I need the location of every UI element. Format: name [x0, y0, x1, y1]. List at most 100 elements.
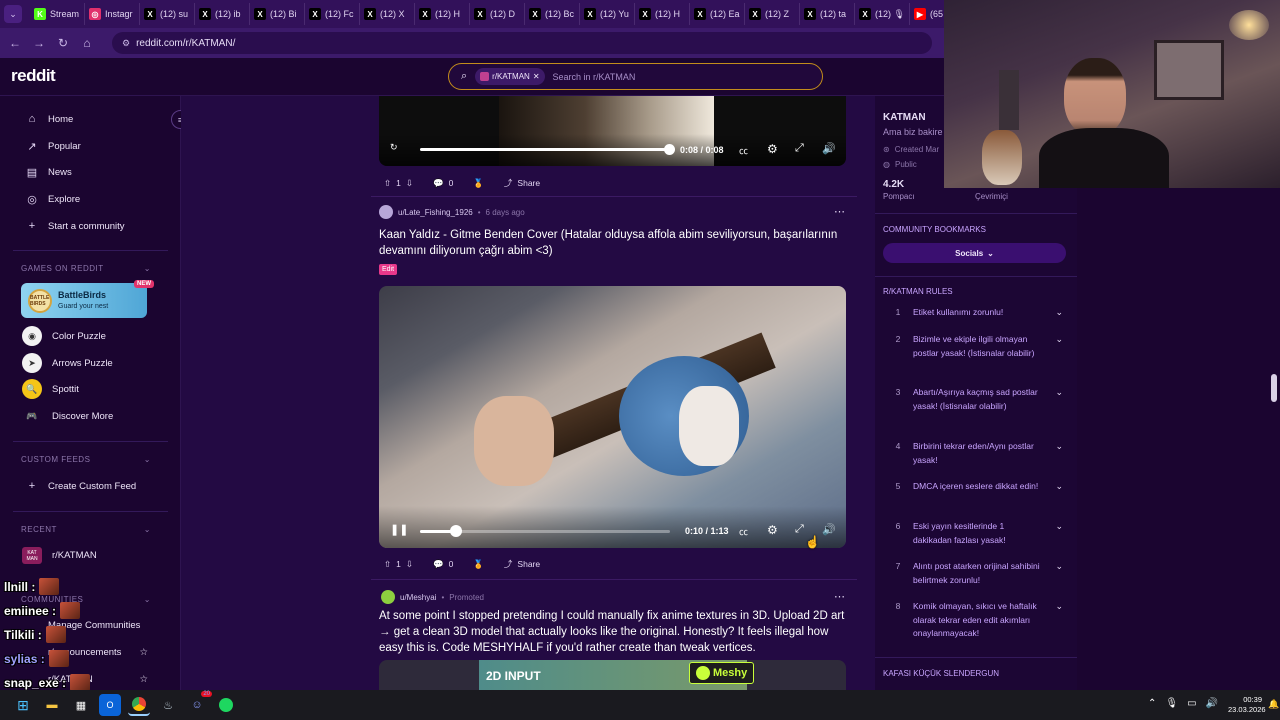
settings-icon[interactable]: ⚙ [767, 142, 778, 156]
post1-seek-handle[interactable] [664, 144, 675, 155]
volume-icon[interactable]: 🔊 [822, 142, 836, 155]
browser-tab[interactable]: X (12) ib [195, 3, 250, 25]
browser-tab[interactable]: X (12) Z [745, 3, 800, 25]
captions-icon[interactable]: ㏄ [739, 525, 748, 538]
rule-item[interactable]: 5 DMCA içeren seslere dikkat edin! ⌄ [883, 480, 1063, 494]
sidebar-item-explore[interactable]: ◎ Explore [26, 193, 80, 206]
clock[interactable]: 00:39 23.03.2026 [1228, 695, 1266, 715]
rule-item[interactable]: 1 Etiket kullanımı zorunlu! ⌄ [883, 306, 1063, 320]
file-explorer-icon[interactable]: ▬ [41, 694, 63, 716]
spotify-icon[interactable] [215, 694, 237, 716]
post1-seekbar[interactable] [420, 148, 670, 151]
post2-author[interactable]: u/Late_Fishing_1926 [398, 208, 473, 217]
sound-icon[interactable]: 🔊 [1206, 698, 1218, 709]
home-browser-icon[interactable]: ⌂ [80, 36, 94, 50]
post2-flair[interactable]: Edit [379, 264, 398, 275]
browser-tab[interactable]: X (12) Yu [580, 3, 635, 25]
chrome-icon[interactable] [128, 694, 150, 716]
games-heading[interactable]: GAMES ON REDDIT ⌄ [21, 264, 151, 273]
sidebar-item-start-a-community[interactable]: + Start a community [26, 220, 125, 232]
pause-icon[interactable]: ❚❚ [390, 523, 408, 536]
page-scrollbar[interactable] [1271, 374, 1277, 402]
browser-tab[interactable]: X (12) su [140, 3, 195, 25]
network-icon[interactable]: ▭ [1187, 698, 1196, 709]
post3-overflow-icon[interactable]: ⋯ [834, 590, 845, 603]
post1-award-button[interactable]: 🏅 [468, 175, 489, 191]
browser-tab[interactable]: ◎ Instagr [85, 3, 140, 25]
game-item-color-puzzle[interactable]: ◉ Color Puzzle [22, 326, 106, 346]
post3-title[interactable]: At some point I stopped pretending I cou… [379, 608, 849, 656]
browser-tab[interactable]: X (12) 🎙 [855, 3, 910, 25]
post3-author[interactable]: u/Meshyai [400, 593, 436, 602]
sidebar-item-news[interactable]: ▤ News [26, 166, 72, 179]
browser-tab[interactable]: K Stream [30, 3, 85, 25]
rule-item[interactable]: 8 Komik olmayan, sıkıcı ve haftalık olara… [883, 600, 1063, 641]
downvote-icon[interactable]: ⇩ [406, 178, 413, 189]
replay-icon[interactable]: ↻ [390, 142, 398, 153]
custom-feeds-heading[interactable]: CUSTOM FEEDS ⌄ [21, 455, 151, 464]
discord-icon[interactable]: ☺ 20 [186, 691, 212, 716]
post1-comments-button[interactable]: 💬 0 [428, 175, 458, 191]
post3-media[interactable]: 2D INPUT Meshy [379, 660, 846, 690]
store-icon[interactable]: ▦ [70, 694, 92, 716]
browser-tab[interactable]: X (12) Fc [305, 3, 360, 25]
battlebirds-card[interactable]: BATTLE BIRDS BattleBirds Guard your nest [21, 283, 147, 318]
windows-start-icon[interactable]: ⊞ [12, 694, 34, 716]
game-item-arrows-puzzle[interactable]: ➤ Arrows Puzzle [22, 353, 113, 373]
search-input[interactable]: ⌕ r/KATMAN ✕ Search in r/KATMAN [448, 63, 823, 90]
captions-icon[interactable]: ㏄ [739, 144, 748, 157]
recent-heading[interactable]: RECENT ⌄ [21, 525, 151, 534]
reload-icon[interactable]: ↻ [56, 36, 70, 50]
browser-tab[interactable]: X (12) H [415, 3, 470, 25]
browser-tab[interactable]: X (12) Bi [250, 3, 305, 25]
tray-chevron-icon[interactable]: ⌃ [1148, 698, 1156, 709]
browser-tab[interactable]: X (12) H [635, 3, 690, 25]
post2-share-button[interactable]: ⤴ Share [499, 556, 545, 572]
post2-award-button[interactable]: 🏅 [468, 556, 489, 572]
post2-seek-handle[interactable] [450, 525, 462, 537]
rule-item[interactable]: 6 Eski yayın kesitlerinde 1 dakikadan faz… [883, 520, 1063, 547]
post2-avatar[interactable] [379, 205, 393, 219]
browser-tab[interactable]: X (12) D [470, 3, 525, 25]
sidebar-item-home[interactable]: ⌂ Home [26, 113, 74, 125]
volume-icon[interactable]: 🔊 [822, 523, 836, 536]
forward-icon[interactable]: → [32, 36, 46, 50]
fullscreen-icon[interactable]: ⤢ [795, 142, 804, 155]
rule-item[interactable]: 4 Birbirini tekrar eden/Aynı postlar yasa… [883, 440, 1063, 467]
post2-comments-button[interactable]: 💬 0 [428, 556, 458, 572]
rule-item[interactable]: 3 Abartı/Aşırıya kaçmış sad postlar yasak… [883, 386, 1063, 413]
post2-video[interactable] [379, 286, 846, 548]
post2-overflow-icon[interactable]: ⋯ [834, 205, 845, 218]
rule-item[interactable]: 2 Bizimle ve ekiple ilgili olmayan postla… [883, 333, 1063, 360]
upvote-icon[interactable]: ⇧ [384, 559, 391, 570]
browser-tab[interactable]: X (12) ta [800, 3, 855, 25]
settings-icon[interactable]: ⚙ [767, 523, 778, 537]
outlook-icon[interactable]: O [99, 694, 121, 716]
star-icon[interactable]: ☆ [139, 674, 148, 685]
browser-tab[interactable]: X (12) X [360, 3, 415, 25]
notification-icon[interactable]: 🔔 [1268, 699, 1279, 710]
create-custom-feed[interactable]: + Create Custom Feed [26, 480, 136, 492]
microphone-icon[interactable]: 🎙 [1165, 698, 1178, 709]
game-item-spottit[interactable]: 🔍 Spottit [22, 379, 79, 399]
upvote-icon[interactable]: ⇧ [384, 178, 391, 189]
game-item-discover-more[interactable]: 🎮 Discover More [22, 406, 113, 426]
sidebar-item-popular[interactable]: ↗ Popular [26, 140, 80, 153]
socials-button[interactable]: Socials ⌄ [883, 243, 1066, 263]
post1-share-button[interactable]: ⤴ Share [499, 175, 545, 191]
browser-tab[interactable]: X (12) Bc [525, 3, 580, 25]
steam-icon[interactable]: ♨ [157, 694, 179, 716]
tab-search-icon[interactable]: ⌄ [4, 5, 22, 23]
fullscreen-icon[interactable]: ⤢ [795, 523, 804, 536]
site-info-icon[interactable]: ⚙ [122, 38, 130, 49]
post2-title[interactable]: Kaan Yaldız - Gitme Benden Cover (Hatala… [379, 227, 849, 259]
post3-avatar[interactable] [381, 590, 395, 604]
recent-item-katman[interactable]: KAT MAN r/KATMAN [22, 547, 97, 564]
reddit-logo[interactable]: reddit [11, 66, 56, 86]
search-subreddit-chip[interactable]: r/KATMAN ✕ [475, 68, 545, 85]
rule-item[interactable]: 7 Alıntı post atarken orijinal sahibini b… [883, 560, 1063, 587]
star-icon[interactable]: ☆ [139, 647, 148, 658]
back-icon[interactable]: ← [8, 36, 22, 50]
browser-tab[interactable]: X (12) Ea [690, 3, 745, 25]
downvote-icon[interactable]: ⇩ [406, 559, 413, 570]
